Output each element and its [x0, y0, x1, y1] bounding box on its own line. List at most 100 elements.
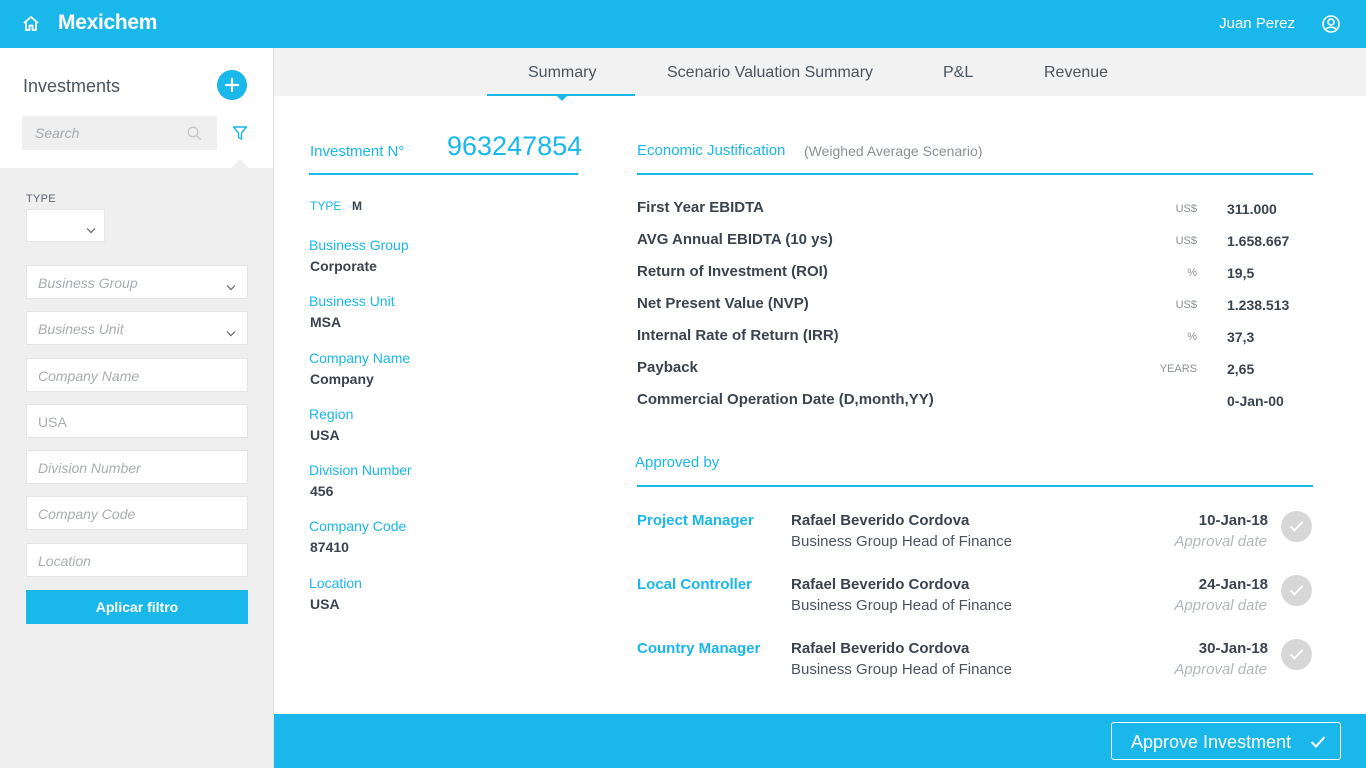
- approval-date-label: Approval date: [1174, 661, 1267, 678]
- approved-divider: [637, 485, 1313, 487]
- location-placeholder: Location: [38, 553, 91, 569]
- metric-value: 2,65: [1227, 361, 1255, 377]
- investment-number-label: Investment N°: [310, 143, 405, 160]
- region-label: Region: [309, 406, 354, 422]
- approver-role: Local Controller: [637, 576, 753, 593]
- approval-date: 30-Jan-18: [1198, 640, 1268, 657]
- company-code-label: Company Code: [309, 518, 407, 534]
- business-group-placeholder: Business Group: [38, 275, 138, 291]
- metric-unit: US$: [1175, 235, 1197, 247]
- type-select[interactable]: [26, 209, 105, 242]
- location-value: USA: [310, 596, 340, 612]
- region-field[interactable]: USA: [26, 404, 248, 438]
- metric-name: Payback: [637, 359, 698, 376]
- app-logo[interactable]: Mexichem: [58, 11, 157, 35]
- business-unit-value: MSA: [310, 314, 342, 330]
- company-name-placeholder: Company Name: [38, 368, 140, 384]
- investment-divider: [309, 173, 578, 175]
- metric-unit: %: [1187, 267, 1197, 279]
- economic-justification-subtitle: (Weighed Average Scenario): [804, 143, 983, 159]
- metric-value: 1.658.667: [1227, 233, 1290, 249]
- chevron-down-icon: [226, 324, 236, 340]
- sidebar: Investments TYPE Business Group Business…: [0, 48, 274, 768]
- location-label: Location: [309, 575, 362, 591]
- approver-role: Country Manager: [637, 640, 761, 657]
- division-number-value: 456: [310, 483, 334, 499]
- plus-icon: [224, 77, 240, 93]
- division-number-placeholder: Division Number: [38, 460, 141, 476]
- chevron-down-icon: [86, 221, 96, 239]
- approve-investment-button[interactable]: Approve Investment: [1111, 722, 1341, 760]
- filter-panel-caret: [230, 159, 250, 169]
- type-label: TYPE: [310, 199, 342, 213]
- metric-value: 37,3: [1227, 329, 1255, 345]
- economic-justification-title: Economic Justification: [637, 142, 786, 159]
- company-name-field[interactable]: Company Name: [26, 358, 248, 392]
- company-name-label: Company Name: [309, 350, 411, 366]
- business-unit-placeholder: Business Unit: [38, 321, 124, 337]
- approval-check-button[interactable]: [1281, 639, 1312, 670]
- active-tab-pointer: [556, 95, 568, 101]
- approver-name: Rafael Beverido Cordova: [791, 576, 970, 593]
- search-input[interactable]: [22, 116, 172, 150]
- company-code-field[interactable]: Company Code: [26, 496, 248, 530]
- add-investment-button[interactable]: [217, 70, 247, 100]
- type-filter-label: TYPE: [26, 193, 56, 205]
- metric-value: 311.000: [1227, 201, 1277, 217]
- metric-unit: US$: [1175, 203, 1197, 215]
- economic-divider: [637, 173, 1313, 175]
- home-icon[interactable]: [21, 14, 41, 34]
- business-unit-label: Business Unit: [309, 293, 395, 309]
- approve-investment-label: Approve Investment: [1131, 732, 1292, 752]
- approval-check-button[interactable]: [1281, 575, 1312, 606]
- metric-unit: US$: [1175, 299, 1197, 311]
- business-group-select[interactable]: Business Group: [26, 265, 248, 299]
- metric-value: 1.238.513: [1227, 297, 1290, 313]
- approver-position: Business Group Head of Finance: [791, 661, 1012, 678]
- investment-number: 963247854: [447, 131, 583, 161]
- check-icon: [1289, 521, 1304, 532]
- tab-scenario-valuation-summary[interactable]: Scenario Valuation Summary: [667, 64, 873, 82]
- approved-by-title: Approved by: [635, 454, 720, 471]
- metric-name: Internal Rate of Return (IRR): [637, 327, 839, 344]
- metric-name: First Year EBIDTA: [637, 199, 764, 216]
- top-bar: Mexichem Juan Perez: [0, 0, 1366, 48]
- user-account-icon[interactable]: [1321, 14, 1341, 34]
- search-icon[interactable]: [187, 126, 202, 146]
- approver-role: Project Manager: [637, 512, 754, 529]
- region-value: USA: [310, 427, 340, 443]
- chevron-down-icon: [226, 278, 236, 294]
- approver-name: Rafael Beverido Cordova: [791, 640, 970, 657]
- division-number-label: Division Number: [309, 462, 412, 478]
- location-field[interactable]: Location: [26, 543, 248, 577]
- tab-revenue[interactable]: Revenue: [1044, 64, 1108, 82]
- metric-name: AVG Annual EBIDTA (10 ys): [637, 231, 833, 248]
- filter-icon[interactable]: [232, 125, 248, 146]
- business-unit-select[interactable]: Business Unit: [26, 311, 248, 345]
- region-value: USA: [38, 414, 67, 430]
- approval-date-label: Approval date: [1174, 533, 1267, 550]
- division-number-field[interactable]: Division Number: [26, 450, 248, 484]
- search-box: [22, 116, 217, 150]
- approval-check-button[interactable]: [1281, 511, 1312, 542]
- metric-name: Return of Investment (ROI): [637, 263, 828, 280]
- metric-unit: YEARS: [1159, 363, 1197, 375]
- approver-position: Business Group Head of Finance: [791, 533, 1012, 550]
- check-icon: [1289, 649, 1304, 660]
- apply-filter-button[interactable]: Aplicar filtro: [26, 590, 248, 624]
- check-icon: [1310, 736, 1326, 748]
- approver-name: Rafael Beverido Cordova: [791, 512, 970, 529]
- check-icon: [1289, 585, 1304, 596]
- metric-name: Commercial Operation Date (D,month,YY): [637, 391, 934, 408]
- approver-position: Business Group Head of Finance: [791, 597, 1012, 614]
- approval-date: 24-Jan-18: [1198, 576, 1268, 593]
- metric-unit: %: [1187, 331, 1197, 343]
- approval-date: 10-Jan-18: [1198, 512, 1268, 529]
- business-group-value: Corporate: [310, 258, 377, 274]
- company-code-value: 87410: [310, 539, 349, 555]
- business-group-label: Business Group: [309, 237, 409, 253]
- tab-summary[interactable]: Summary: [528, 64, 596, 82]
- tab-bar: Summary Scenario Valuation Summary P&L R…: [274, 48, 1366, 101]
- tab-pl[interactable]: P&L: [943, 64, 973, 82]
- user-name[interactable]: Juan Perez: [1219, 15, 1295, 32]
